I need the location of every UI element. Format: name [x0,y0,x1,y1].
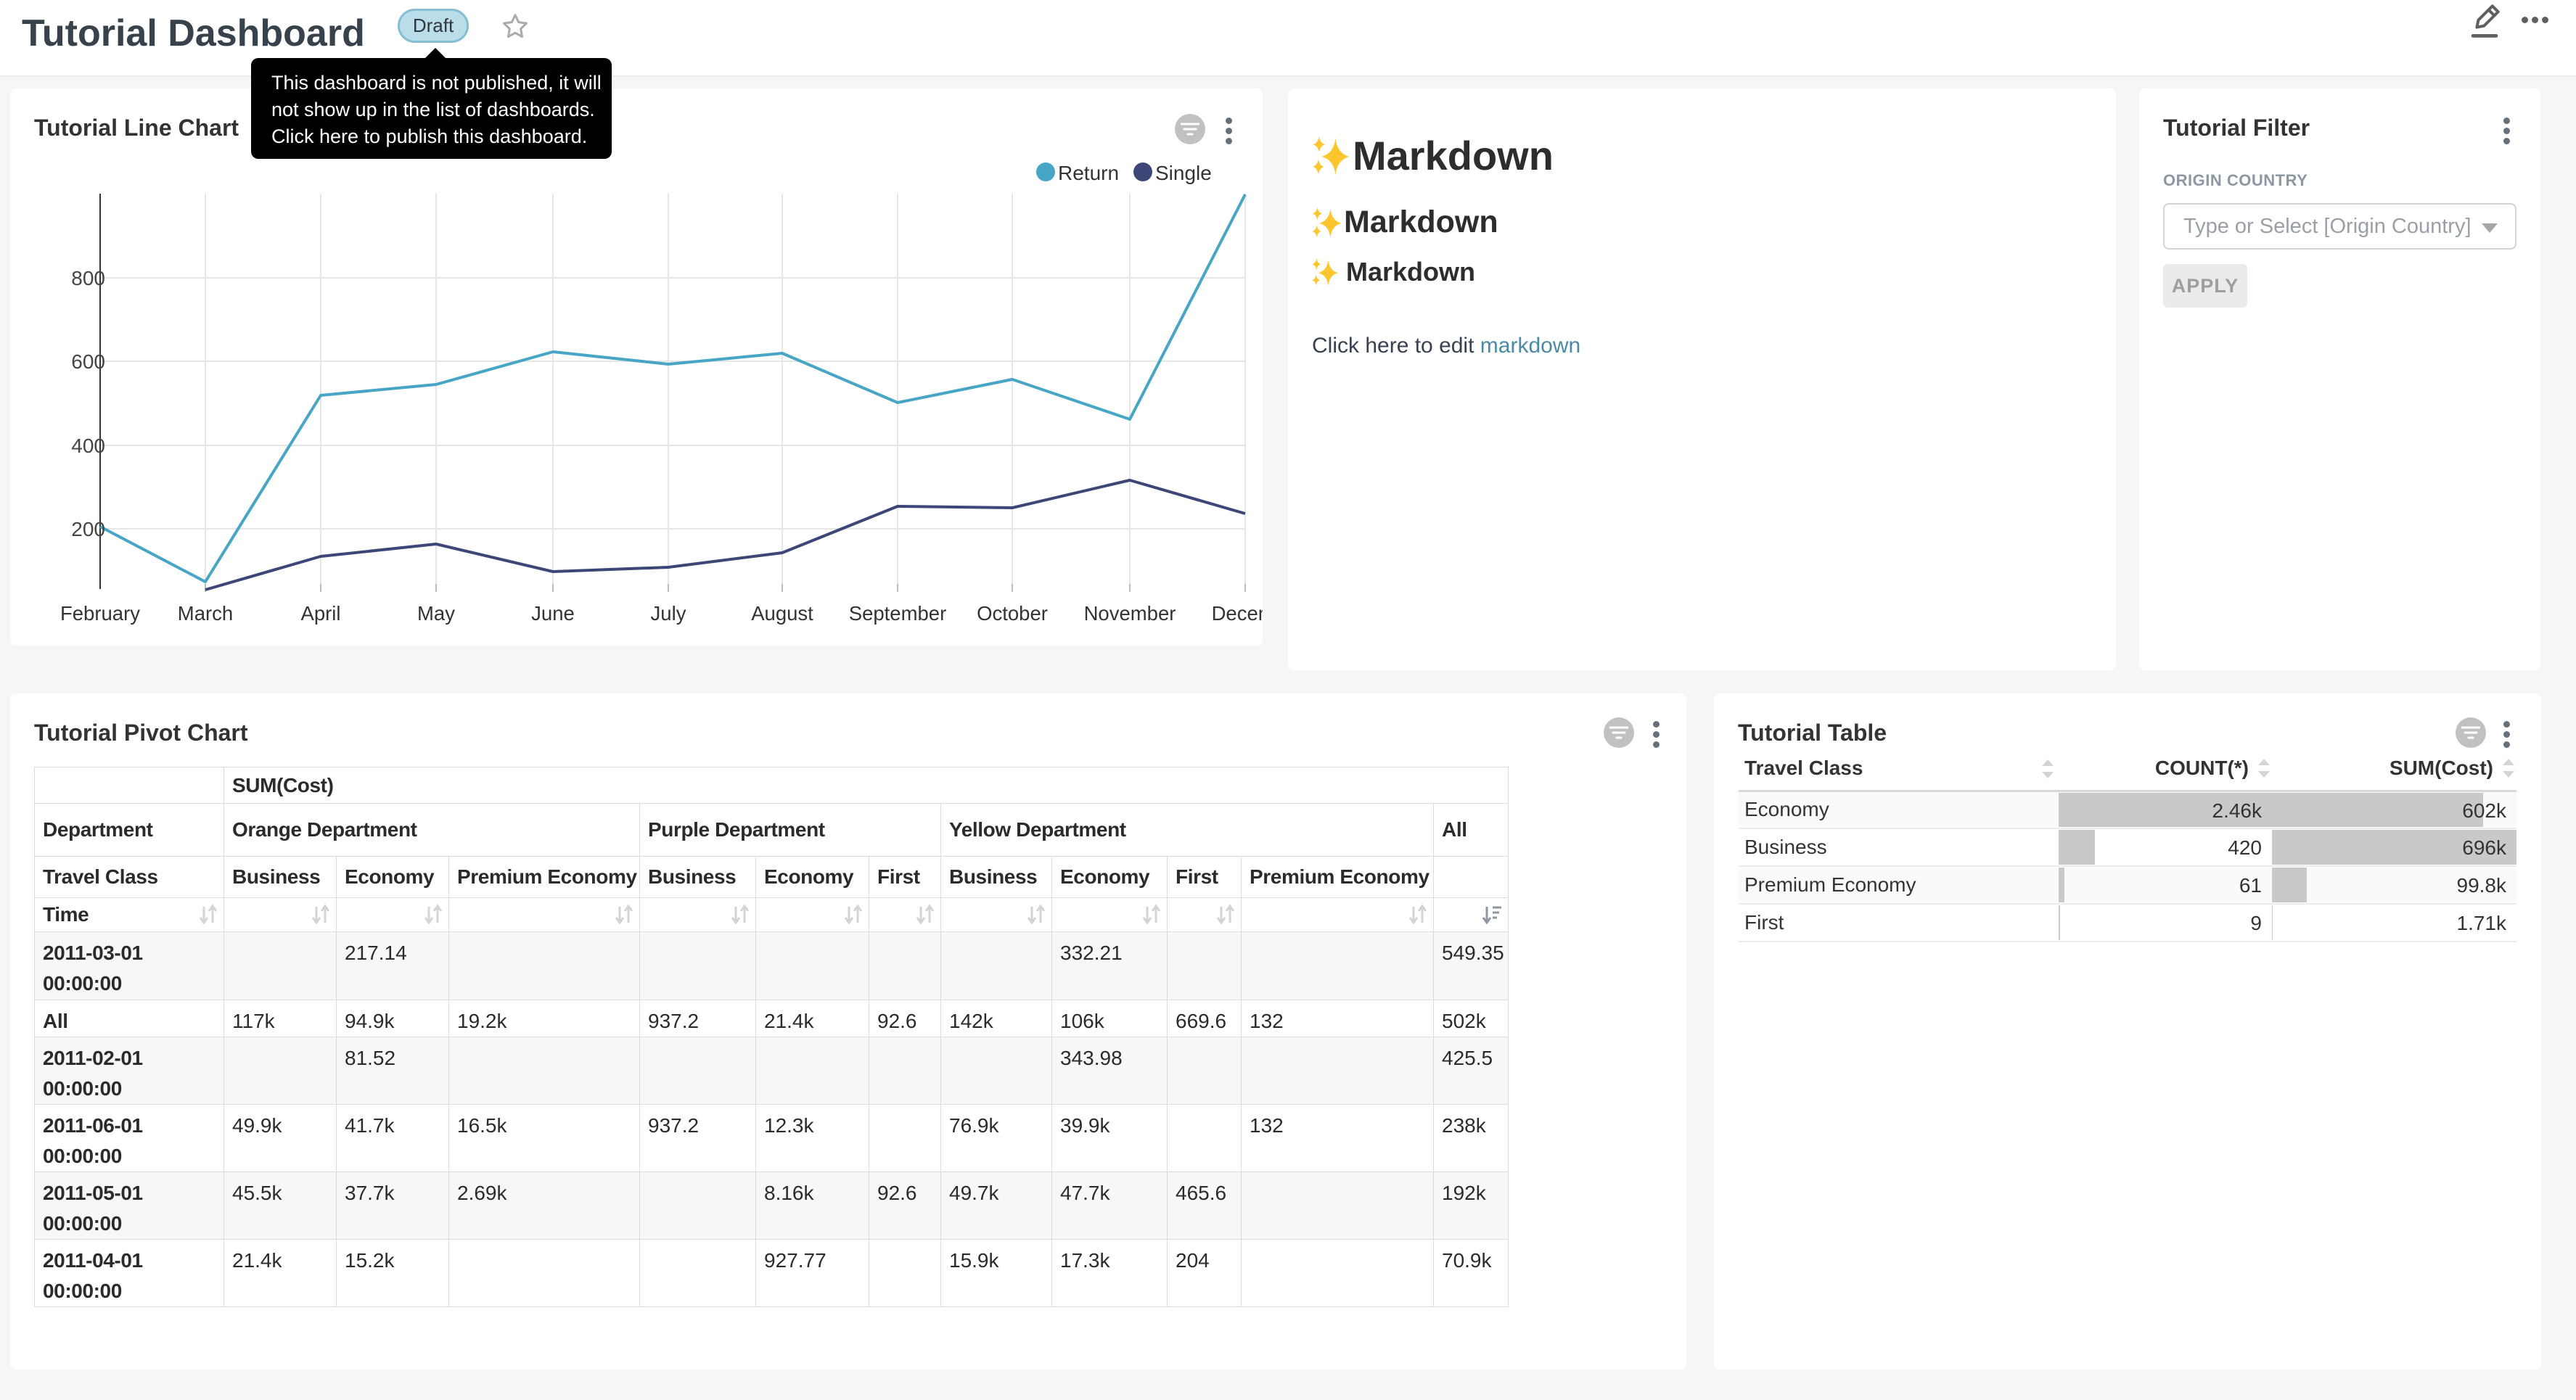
svg-text:September: September [849,602,947,625]
svg-text:June: June [531,602,575,625]
svg-text:Return: Return [1058,162,1119,184]
svg-text:October: October [977,602,1048,625]
svg-text:Single: Single [1155,162,1212,184]
svg-text:May: May [417,602,455,625]
svg-text:December: December [1212,602,1263,625]
svg-text:600: 600 [71,350,105,373]
svg-text:November: November [1084,602,1176,625]
svg-text:400: 400 [71,435,105,457]
svg-text:200: 200 [71,518,105,540]
svg-text:August: August [751,602,813,625]
svg-text:March: March [178,602,233,625]
svg-text:800: 800 [71,267,105,289]
svg-text:July: July [651,602,686,625]
svg-text:April: April [300,602,340,625]
svg-text:February: February [60,602,140,625]
